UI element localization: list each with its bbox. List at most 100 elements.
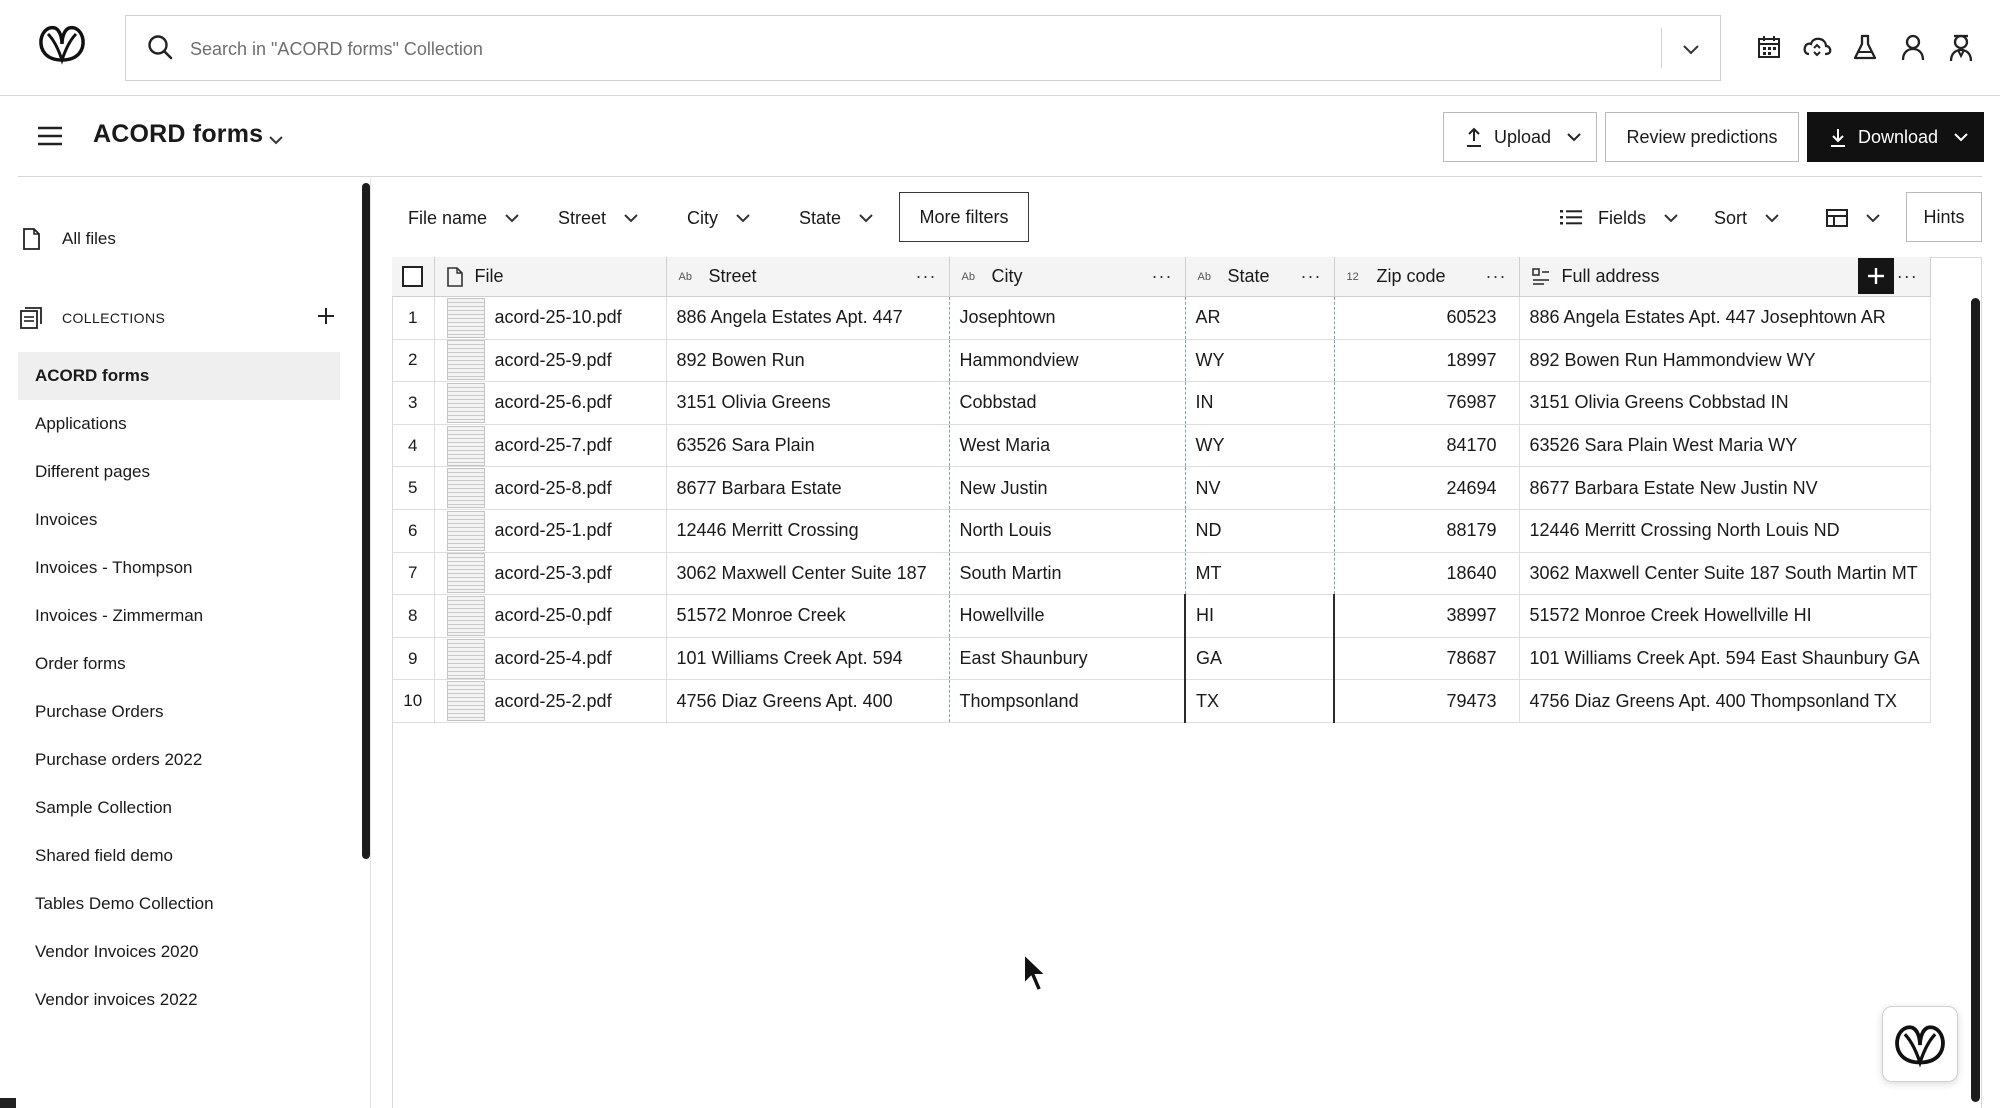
agent-icon[interactable] [1944,30,1978,64]
city-cell[interactable]: South Martin [949,552,1186,596]
zip-code-cell[interactable]: 24694 [1334,466,1520,510]
collection-switch-chevron-icon[interactable] [266,130,286,150]
more-options-icon[interactable]: ··· [1486,266,1507,287]
more-options-icon[interactable]: ··· [1897,266,1918,287]
full-address-cell[interactable]: 4756 Diaz Greens Apt. 400 Thompsonland T… [1519,679,1931,723]
more-options-icon[interactable]: ··· [1301,266,1322,287]
more-options-icon[interactable]: ··· [1152,266,1173,287]
city-cell[interactable]: New Justin [949,466,1186,510]
column-header-state[interactable]: Ab State ··· [1185,257,1335,297]
column-header-street[interactable]: Ab Street ··· [666,257,950,297]
city-cell[interactable]: Josephtown [949,296,1186,340]
search-options-chevron-icon[interactable] [1680,38,1702,60]
street-cell[interactable]: 886 Angela Estates Apt. 447 [666,296,950,340]
hints-button[interactable]: Hints [1906,192,1982,242]
more-filters-button[interactable]: More filters [899,192,1029,242]
state-cell[interactable]: WY [1185,424,1335,468]
add-collection-icon[interactable] [316,306,336,326]
sidebar-item-purchase-orders-2022[interactable]: Purchase orders 2022 [18,736,340,784]
assistant-chat-button[interactable] [1882,1006,1958,1082]
city-cell[interactable]: East Shaunbury [949,637,1186,681]
street-cell[interactable]: 3062 Maxwell Center Suite 187 [666,552,950,596]
sidebar-item-invoices[interactable]: Invoices [18,496,340,544]
file-cell[interactable]: acord-25-0.pdf [434,594,667,638]
document-thumbnail[interactable] [446,340,485,381]
full-address-cell[interactable]: 886 Angela Estates Apt. 447 Josephtown A… [1519,296,1931,340]
zip-code-cell[interactable]: 60523 [1334,296,1520,340]
fields-button[interactable]: Fields [1560,192,1680,244]
file-cell[interactable]: acord-25-7.pdf [434,424,667,468]
full-address-cell[interactable]: 8677 Barbara Estate New Justin NV [1519,466,1931,510]
zip-code-cell[interactable]: 18997 [1334,339,1520,383]
table-row[interactable]: 9 acord-25-4.pdf 101 Williams Creek Apt. 5… [392,637,1931,681]
upload-button[interactable]: Upload [1443,112,1597,162]
state-cell[interactable]: AR [1185,296,1335,340]
view-layout-button[interactable] [1826,192,1882,244]
street-cell[interactable]: 8677 Barbara Estate [666,466,950,510]
document-thumbnail[interactable] [446,468,485,509]
sidebar-item-sample-collection[interactable]: Sample Collection [18,784,340,832]
column-header-city[interactable]: Ab City ··· [949,257,1186,297]
filter-street[interactable]: Street [558,192,640,244]
document-thumbnail[interactable] [446,638,485,679]
table-scrollbar[interactable] [1971,298,1980,1102]
file-cell[interactable]: acord-25-1.pdf [434,509,667,553]
street-cell[interactable]: 12446 Merritt Crossing [666,509,950,553]
app-logo-icon[interactable] [36,20,88,66]
menu-icon[interactable] [36,124,64,148]
table-row[interactable]: 4 acord-25-7.pdf 63526 Sara Plain West Mari… [392,424,1931,468]
table-row[interactable]: 6 acord-25-1.pdf 12446 Merritt Crossing Nor… [392,509,1931,553]
street-cell[interactable]: 4756 Diaz Greens Apt. 400 [666,679,950,723]
document-thumbnail[interactable] [446,510,485,551]
file-cell[interactable]: acord-25-3.pdf [434,552,667,596]
city-cell[interactable]: West Maria [949,424,1186,468]
city-cell[interactable]: Howellville [949,594,1186,638]
full-address-cell[interactable]: 51572 Monroe Creek Howellville HI [1519,594,1931,638]
sidebar-item-order-forms[interactable]: Order forms [18,640,340,688]
full-address-cell[interactable]: 3151 Olivia Greens Cobbstad IN [1519,381,1931,425]
document-thumbnail[interactable] [446,382,485,423]
table-row[interactable]: 8 acord-25-0.pdf 51572 Monroe Creek Howellv… [392,594,1931,638]
zip-code-cell[interactable]: 38997 [1334,594,1520,638]
city-cell[interactable]: North Louis [949,509,1186,553]
sidebar-item-invoices-zimmerman[interactable]: Invoices - Zimmerman [18,592,340,640]
search-input[interactable]: Search in "ACORD forms" Collection [190,39,483,60]
full-address-cell[interactable]: 3062 Maxwell Center Suite 187 South Mart… [1519,552,1931,596]
document-thumbnail[interactable] [446,681,485,722]
state-cell[interactable]: HI [1185,594,1335,638]
sidebar-item-tables-demo-collection[interactable]: Tables Demo Collection [18,880,340,928]
document-thumbnail[interactable] [446,425,485,466]
state-cell[interactable]: TX [1185,679,1335,723]
city-cell[interactable]: Cobbstad [949,381,1186,425]
street-cell[interactable]: 892 Bowen Run [666,339,950,383]
state-cell[interactable]: GA [1185,637,1335,681]
sidebar-item-vendor-invoices-2020[interactable]: Vendor Invoices 2020 [18,928,340,976]
column-header-file[interactable]: File [434,257,667,297]
cloud-sync-icon[interactable] [1800,30,1834,64]
street-cell[interactable]: 101 Williams Creek Apt. 594 [666,637,950,681]
file-cell[interactable]: acord-25-4.pdf [434,637,667,681]
sidebar-item-purchase-orders[interactable]: Purchase Orders [18,688,340,736]
sort-button[interactable]: Sort [1714,192,1781,244]
state-cell[interactable]: WY [1185,339,1335,383]
table-row[interactable]: 3 acord-25-6.pdf 3151 Olivia Greens Cobbsta… [392,381,1931,425]
city-cell[interactable]: Thompsonland [949,679,1186,723]
filter-city[interactable]: City [687,192,752,244]
all-files-link[interactable]: All files [22,228,116,250]
more-options-icon[interactable]: ··· [916,266,937,287]
table-row[interactable]: 1 acord-25-10.pdf 886 Angela Estates Apt. … [392,296,1931,340]
filter-state[interactable]: State [799,192,875,244]
state-cell[interactable]: NV [1185,466,1335,510]
zip-code-cell[interactable]: 18640 [1334,552,1520,596]
sidebar-item-vendor-invoices-2022[interactable]: Vendor invoices 2022 [18,976,340,1024]
document-thumbnail[interactable] [446,297,485,338]
state-cell[interactable]: MT [1185,552,1335,596]
file-cell[interactable]: acord-25-10.pdf [434,296,667,340]
review-predictions-button[interactable]: Review predictions [1605,112,1799,162]
zip-code-cell[interactable]: 79473 [1334,679,1520,723]
zip-code-cell[interactable]: 78687 [1334,637,1520,681]
street-cell[interactable]: 51572 Monroe Creek [666,594,950,638]
zip-code-cell[interactable]: 88179 [1334,509,1520,553]
document-thumbnail[interactable] [446,595,485,636]
table-row[interactable]: 5 acord-25-8.pdf 8677 Barbara Estate New Ju… [392,466,1931,510]
